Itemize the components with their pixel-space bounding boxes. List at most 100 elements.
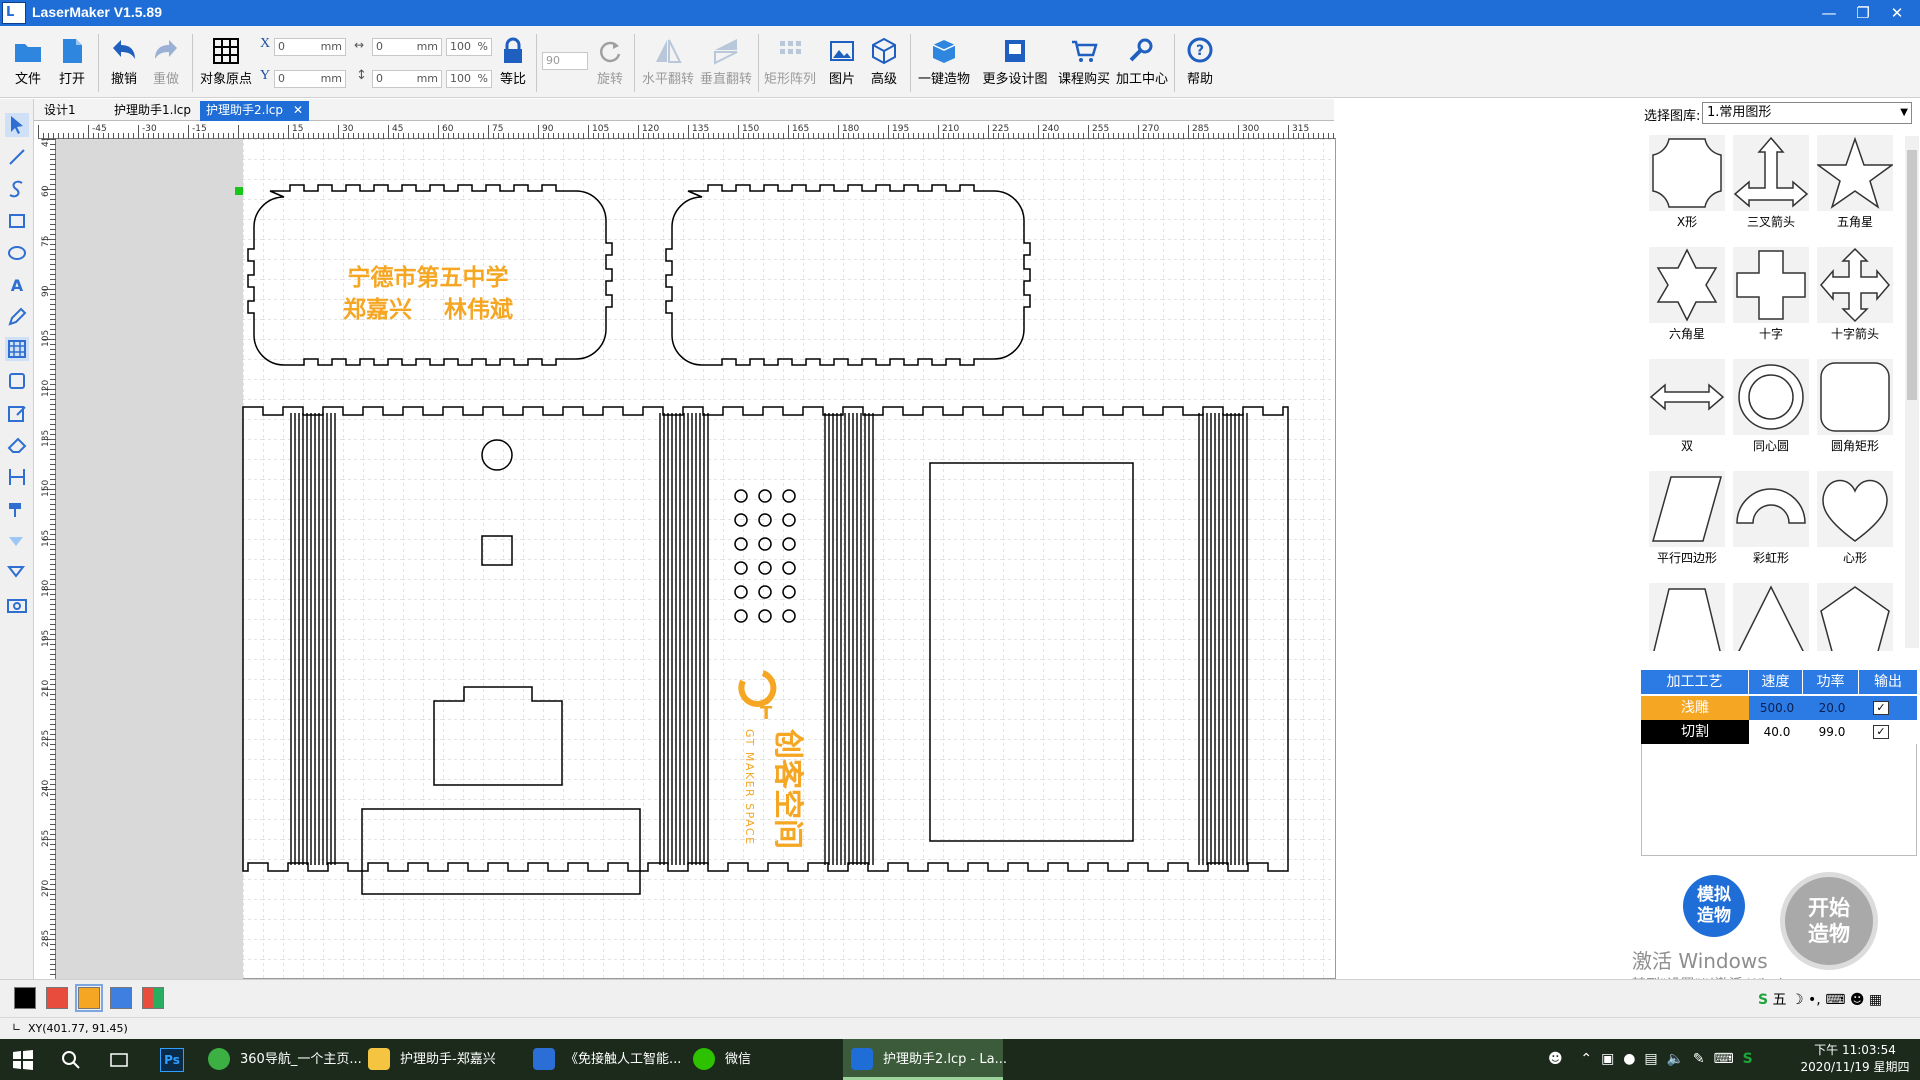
- height-icon: ↕: [356, 68, 367, 83]
- file-button[interactable]: 文件: [8, 30, 48, 94]
- ruler-top-label: 150: [742, 124, 759, 134]
- grid-tool[interactable]: [5, 337, 29, 361]
- measure-tool[interactable]: [5, 465, 29, 489]
- search-icon[interactable]: [60, 1049, 82, 1071]
- restore-button[interactable]: ❐: [1846, 1, 1880, 25]
- wechat-icon: [693, 1048, 715, 1070]
- tab-huli1[interactable]: 护理助手1.lcp: [108, 101, 197, 121]
- process-center-button[interactable]: 加工中心: [1114, 30, 1170, 94]
- windows-start-icon[interactable]: [12, 1049, 34, 1071]
- eraser-tool[interactable]: [5, 433, 29, 457]
- flip-horizontal-icon: [656, 39, 682, 63]
- open-button[interactable]: 打开: [52, 30, 92, 94]
- ruler-top-label: 60: [442, 124, 454, 134]
- shape-heart[interactable]: 心形: [1813, 467, 1893, 575]
- tab-huli2[interactable]: 护理助手2.lcp ✕: [200, 101, 310, 121]
- task-word-doc[interactable]: 《免接触人工智能...: [525, 1039, 681, 1080]
- horizontal-flip-button[interactable]: 水平翻转: [640, 30, 696, 94]
- task-lasermaker[interactable]: 护理助手2.lcp - La...: [843, 1039, 1007, 1080]
- help-button[interactable]: ? 帮助: [1180, 30, 1220, 94]
- simulate-button[interactable]: 模拟 造物: [1683, 875, 1745, 937]
- shape-double-arrow[interactable]: 双: [1645, 355, 1725, 463]
- shape-star5[interactable]: 五角星: [1813, 131, 1893, 239]
- ellipse-tool[interactable]: [5, 241, 29, 265]
- shape-parallelogram[interactable]: 平行四边形: [1645, 467, 1725, 575]
- shape-rounded-rect[interactable]: 圆角矩形: [1813, 355, 1893, 463]
- ruler-top-label: 165: [792, 124, 809, 134]
- ruler-top-label: 300: [1242, 124, 1259, 134]
- task-view-icon[interactable]: [108, 1049, 130, 1071]
- tab-design1[interactable]: 设计1: [38, 101, 82, 121]
- fill-tool-2[interactable]: [5, 529, 29, 553]
- edit-tool[interactable]: [5, 401, 29, 425]
- library-select[interactable]: 1.常用图形 ▼: [1702, 102, 1912, 124]
- ruler-left-label: 60: [41, 185, 51, 197]
- rotate-angle-input[interactable]: 90: [542, 52, 588, 70]
- pen-tool[interactable]: [5, 305, 29, 329]
- x-position-input[interactable]: 0 mm: [274, 38, 346, 56]
- shape-triangle[interactable]: [1729, 579, 1809, 651]
- shape-rainbow[interactable]: 彩虹形: [1729, 467, 1809, 575]
- shape-trapezoid[interactable]: [1645, 579, 1725, 651]
- fill-tool[interactable]: [5, 497, 29, 521]
- process-row-cut[interactable]: 切割 40.0 99.0 ✓: [1641, 720, 1917, 744]
- width-input[interactable]: 0 mm: [372, 38, 442, 56]
- redo-button[interactable]: 重做: [146, 30, 186, 94]
- course-purchase-button[interactable]: 课程购买: [1056, 30, 1112, 94]
- line-tool[interactable]: [5, 145, 29, 169]
- rectangle-tool[interactable]: [5, 209, 29, 233]
- shape-star6[interactable]: 六角星: [1645, 243, 1725, 351]
- color-orange[interactable]: [75, 984, 103, 1012]
- height-percent-input[interactable]: 100%: [446, 70, 492, 88]
- tray-icons[interactable]: ☻ ⌃ ▣ ● ▤ 🔈 ✎ ⌨ S: [1548, 1051, 1753, 1067]
- one-click-make-button[interactable]: 一键造物: [914, 30, 974, 94]
- color-black[interactable]: [14, 987, 36, 1009]
- shape-concentric[interactable]: 同心圆: [1729, 355, 1809, 463]
- shape-tool[interactable]: [5, 369, 29, 393]
- process-row-engrave[interactable]: 浅雕 500.0 20.0 ✓: [1641, 696, 1917, 720]
- rect-array-button[interactable]: 矩形阵列: [762, 30, 818, 94]
- output-checkbox-engrave[interactable]: ✓: [1873, 701, 1889, 715]
- clock[interactable]: 下午 11:03:54 2020/11/19 星期四: [1800, 1042, 1910, 1076]
- logo-en-text: GT MAKER SPACE: [743, 729, 756, 846]
- vertical-flip-button[interactable]: 垂直翻转: [698, 30, 754, 94]
- shape-tri-arrow[interactable]: 三叉箭头: [1729, 131, 1809, 239]
- camera-tool[interactable]: [5, 593, 29, 617]
- select-tool[interactable]: [5, 113, 29, 137]
- scrollbar-thumb[interactable]: [1907, 150, 1917, 400]
- library-scrollbar[interactable]: [1905, 136, 1919, 648]
- color-multi[interactable]: [142, 987, 164, 1009]
- image-button[interactable]: 图片: [822, 30, 862, 94]
- task-360-browser[interactable]: 360导航_一个主页...: [200, 1039, 362, 1080]
- fill-tool-3[interactable]: [5, 561, 29, 585]
- height-input[interactable]: 0 mm: [372, 70, 442, 88]
- grid-menu-icon: ▦: [1868, 992, 1883, 1008]
- color-red[interactable]: [46, 987, 68, 1009]
- object-origin-button[interactable]: 对象原点: [198, 30, 254, 94]
- ime-toolbar[interactable]: S 五 ☽ •, ⌨ ☻ ▦: [1758, 989, 1882, 1009]
- rotate-button[interactable]: 旋转: [592, 30, 628, 94]
- undo-button[interactable]: 撤销: [104, 30, 144, 94]
- shape-cross-arrow[interactable]: 十字箭头: [1813, 243, 1893, 351]
- minimize-button[interactable]: —: [1812, 1, 1846, 25]
- task-folder[interactable]: 护理助手-郑嘉兴: [360, 1039, 520, 1080]
- shape-pentagon[interactable]: [1813, 579, 1893, 651]
- proportional-button[interactable]: 等比: [496, 30, 530, 94]
- color-blue[interactable]: [110, 987, 132, 1009]
- eraser-icon: [7, 437, 27, 453]
- width-percent-input[interactable]: 100%: [446, 38, 492, 56]
- photoshop-icon[interactable]: Ps: [160, 1048, 184, 1072]
- task-wechat[interactable]: 微信: [685, 1039, 835, 1080]
- shape-cross[interactable]: 十字: [1729, 243, 1809, 351]
- close-button[interactable]: ✕: [1880, 1, 1914, 25]
- fill-icon: [9, 537, 23, 546]
- advanced-button[interactable]: 高级: [864, 30, 904, 94]
- more-designs-button[interactable]: 更多设计图: [980, 30, 1050, 94]
- close-tab-icon[interactable]: ✕: [293, 103, 303, 117]
- rotate-icon: [599, 41, 621, 63]
- curve-tool[interactable]: [5, 177, 29, 201]
- text-tool[interactable]: A: [5, 273, 29, 297]
- y-position-input[interactable]: 0 mm: [274, 70, 346, 88]
- output-checkbox-cut[interactable]: ✓: [1873, 725, 1889, 739]
- shape-x[interactable]: X形: [1645, 131, 1725, 239]
